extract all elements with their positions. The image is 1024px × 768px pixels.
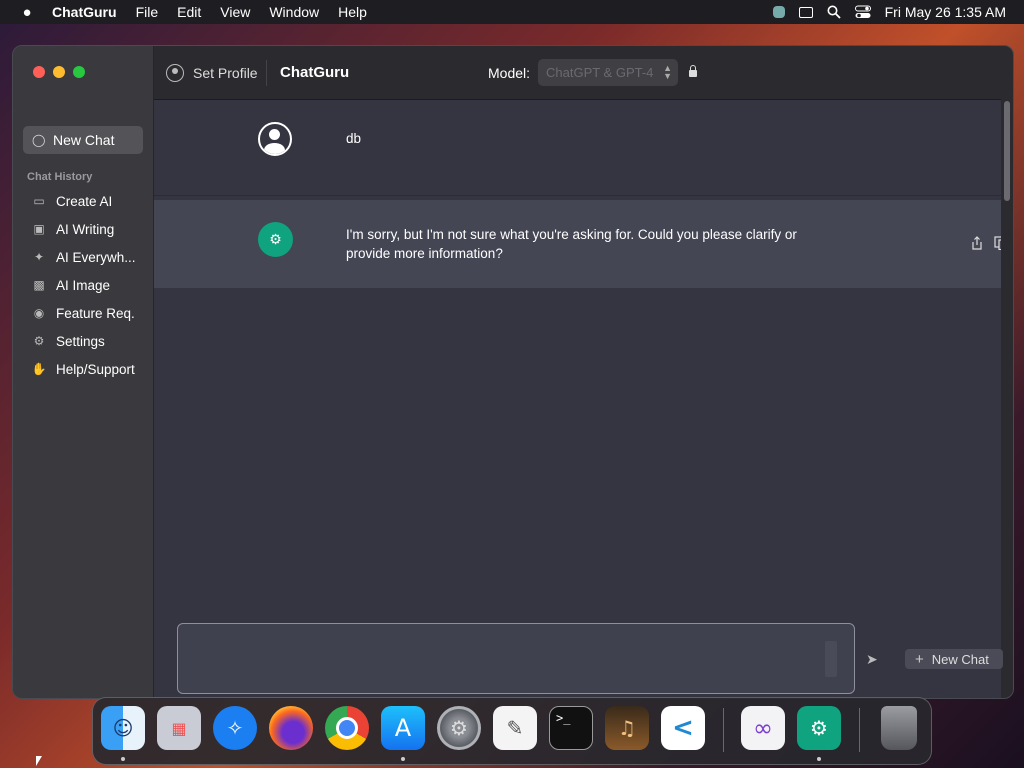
laptop-icon: ▣ — [33, 222, 45, 236]
chatguru-status-icon[interactable] — [772, 6, 785, 18]
user-message-text: db — [346, 131, 362, 146]
sidebar-item-ai-writing[interactable]: ▣ AI Writing — [23, 215, 148, 243]
vscode-icon[interactable]: < — [661, 706, 705, 750]
visual-studio-icon[interactable]: ∞ — [741, 706, 785, 750]
sidebar-item-label: AI Writing — [56, 221, 115, 237]
chatguru-dock-icon[interactable]: ⚙ — [797, 706, 841, 750]
app-title: ChatGuru — [280, 64, 350, 81]
spotlight-search-icon[interactable] — [827, 5, 841, 19]
chatguru-window: ◯ New Chat Chat History ▭ Create AI ▣ AI… — [12, 45, 1014, 699]
garageband-icon[interactable]: ♫ — [605, 706, 649, 750]
trash-icon[interactable] — [881, 706, 917, 750]
terminal-icon[interactable]: >_ — [549, 706, 593, 750]
new-chat-button[interactable]: + New Chat — [905, 649, 1003, 669]
sidebar-item-create-ai[interactable]: ▭ Create AI — [23, 187, 148, 215]
apple-menu-icon[interactable]: ● — [18, 4, 36, 21]
new-chat-label: New Chat — [931, 651, 989, 667]
set-profile-button[interactable]: Set Profile — [166, 60, 267, 86]
document-icon: ▭ — [33, 194, 45, 208]
share-icon[interactable] — [970, 236, 984, 250]
send-icon[interactable]: ➤ — [866, 651, 878, 668]
menu-file[interactable]: File — [136, 4, 159, 20]
gear-icon: ⚙ — [33, 334, 45, 348]
sidebar: ◯ New Chat Chat History ▭ Create AI ▣ AI… — [13, 46, 154, 698]
set-profile-label: Set Profile — [193, 65, 258, 81]
safari-icon[interactable]: ✧ — [213, 706, 257, 750]
user-avatar-icon — [258, 122, 292, 156]
hand-icon: ✋ — [31, 362, 47, 376]
chevron-updown-icon: ▲ ▼ — [663, 63, 672, 81]
sidebar-item-label: Feature Req. — [56, 305, 135, 321]
sidebar-item-label: Help/Support — [56, 361, 135, 377]
menu-help[interactable]: Help — [338, 4, 367, 20]
message-input[interactable] — [177, 623, 855, 694]
sidebar-item-ai-image[interactable]: ▩ AI Image — [23, 271, 148, 299]
running-indicator — [401, 757, 405, 761]
chat-bubble-icon: ◯ — [32, 133, 46, 147]
window-controls — [33, 66, 85, 78]
assistant-message-text: I'm sorry, but I'm not sure what you're … — [346, 227, 797, 261]
sidebar-item-label: AI Image — [56, 277, 111, 293]
mouse-cursor — [36, 756, 42, 766]
profile-icon — [166, 64, 184, 82]
model-select-value: ChatGPT & GPT-4 — [546, 65, 654, 80]
sidebar-item-help-support[interactable]: ✋ Help/Support — [23, 355, 148, 383]
control-center-icon[interactable] — [854, 5, 871, 19]
minimize-window-button[interactable] — [53, 66, 65, 78]
model-select[interactable]: ChatGPT & GPT-4 ▲ ▼ — [538, 59, 678, 86]
model-label: Model: — [488, 65, 531, 81]
menu-clock[interactable]: Fri May 26 1:35 AM — [885, 4, 1006, 20]
sidebar-new-chat-button[interactable]: ◯ New Chat — [23, 126, 143, 154]
app-store-icon[interactable]: A — [381, 706, 425, 750]
assistant-message-row: ⚙ I'm sorry, but I'm not sure what you'r… — [154, 200, 1008, 288]
sidebar-item-label: AI Everywh... — [56, 249, 136, 265]
chat-area: db ⚙ I'm sorry, but I'm not sure what yo… — [154, 100, 1008, 698]
menu-edit[interactable]: Edit — [177, 4, 201, 20]
dock-separator — [723, 708, 724, 752]
zoom-window-button[interactable] — [73, 66, 85, 78]
running-indicator — [817, 757, 821, 761]
sidebar-item-ai-everywhere[interactable]: ✦ AI Everywh... — [23, 243, 148, 271]
dock: ☺ ▦ ✧ A ⚙ ✎ >_ ♫ < ∞ ⚙ — [92, 697, 932, 765]
window-switcher-icon[interactable] — [798, 6, 813, 18]
system-settings-icon[interactable]: ⚙ — [437, 706, 481, 750]
finder-icon[interactable]: ☺ — [101, 706, 145, 750]
sidebar-list: ▭ Create AI ▣ AI Writing ✦ AI Everywh...… — [23, 187, 148, 383]
sidebar-item-label: Create AI — [56, 193, 113, 209]
chat-history-heading: Chat History — [27, 171, 93, 183]
firefox-icon[interactable] — [269, 706, 313, 750]
sidebar-new-chat-label: New Chat — [53, 132, 115, 148]
sidebar-item-label: Settings — [56, 333, 105, 349]
person-circle-icon: ◉ — [33, 306, 45, 320]
sparkle-icon: ✦ — [33, 250, 45, 264]
scrollbar-thumb[interactable] — [1004, 101, 1010, 201]
sidebar-item-feature-request[interactable]: ◉ Feature Req. — [23, 299, 148, 327]
lock-icon[interactable] — [689, 65, 697, 77]
dock-separator — [859, 708, 860, 752]
chrome-icon[interactable] — [325, 706, 369, 750]
launchpad-icon[interactable]: ▦ — [157, 706, 201, 750]
chat-scrollbar[interactable] — [1001, 99, 1013, 698]
menu-window[interactable]: Window — [269, 4, 319, 20]
image-icon: ▩ — [33, 278, 45, 292]
user-message-row: db — [154, 100, 1001, 196]
toolbar: Set Profile ChatGuru Model: ChatGPT & GP… — [154, 46, 1013, 100]
textedit-icon[interactable]: ✎ — [493, 706, 537, 750]
sidebar-item-settings[interactable]: ⚙ Settings — [23, 327, 148, 355]
menu-view[interactable]: View — [220, 4, 250, 20]
plus-icon: + — [915, 650, 924, 668]
bot-avatar-icon: ⚙ — [258, 222, 293, 257]
menu-bar: ● ChatGuru File Edit View Window Help Fr… — [0, 0, 1024, 24]
menu-app-name[interactable]: ChatGuru — [52, 4, 117, 20]
running-indicator — [121, 757, 125, 761]
close-window-button[interactable] — [33, 66, 45, 78]
